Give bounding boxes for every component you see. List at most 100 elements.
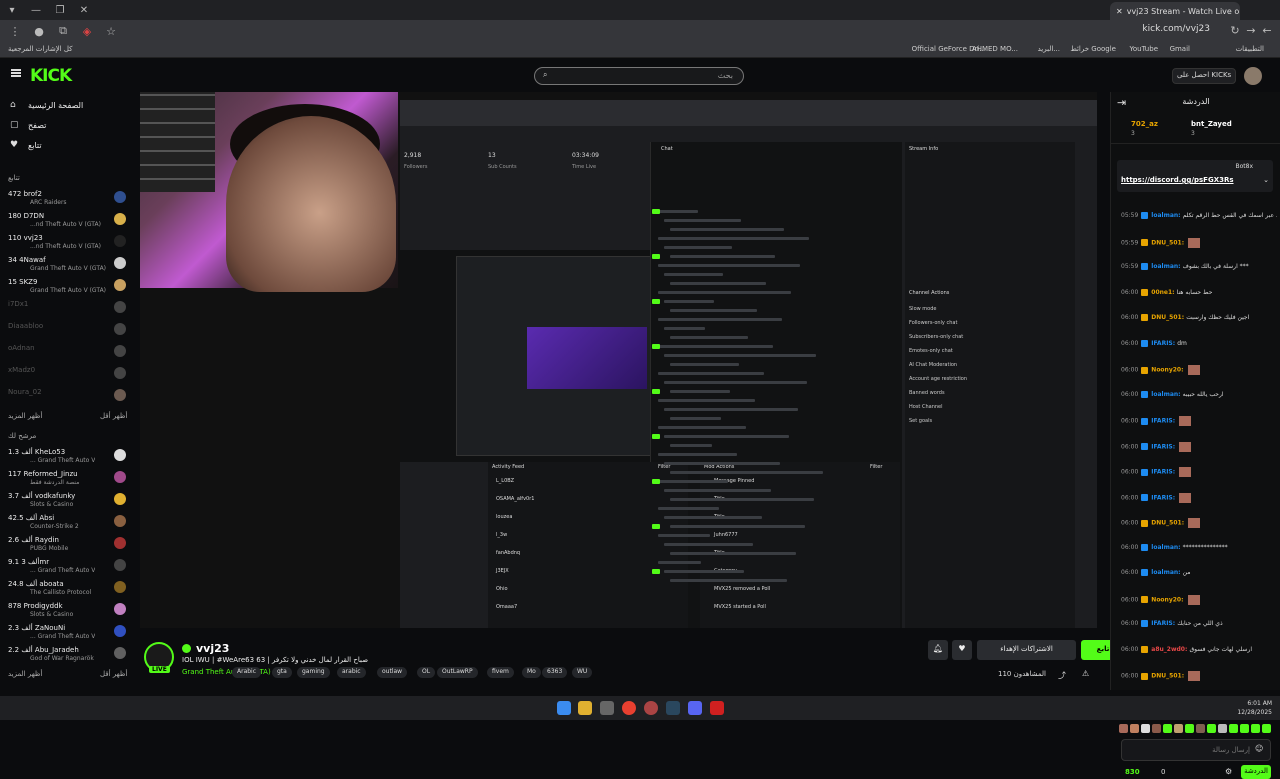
chat-username[interactable]: IFARIS: (1149, 340, 1177, 347)
chat-username[interactable]: IFARIS: (1149, 620, 1177, 627)
quick-emote-icon[interactable] (1185, 724, 1194, 733)
window-menu-icon[interactable]: ▾ (0, 5, 24, 16)
video-player[interactable]: 2,918 Followers 13 Sub Counts 03:34:09 T… (140, 92, 1097, 628)
sidebar-channel-row[interactable]: Diaaabloo (8, 320, 130, 340)
heart-button[interactable]: ♥ (952, 640, 972, 660)
stream-tag[interactable]: gta (272, 667, 292, 678)
stream-tag[interactable]: WU (572, 667, 593, 678)
sidebar-channel-row[interactable]: Noura_02 (8, 386, 130, 406)
get-kicks-button[interactable]: احصل على KICKs (1172, 68, 1237, 84)
bookmark-youtube[interactable]: YouTube (1130, 45, 1158, 53)
sidebar-nav-following[interactable]: ♥ تتابع (10, 140, 42, 150)
expand-pin-icon[interactable]: ⌄ (1263, 176, 1269, 184)
chat-username[interactable]: DNU_501: (1149, 520, 1186, 527)
sidebar-nav-home[interactable]: ⌂ الصفحة الرئيسية (10, 100, 83, 110)
chat-username[interactable]: loalman: (1149, 212, 1182, 219)
sidebar-channel-row[interactable]: 110 vvj23 ...nd Theft Auto V (GTA) (8, 232, 130, 252)
chrome-icon[interactable] (622, 701, 636, 715)
notification-bell-button[interactable]: 🔔︎ (928, 640, 948, 660)
menu-dots-icon[interactable]: ⋮ (8, 25, 22, 38)
pinned-link[interactable]: https://discord.gg/psFGX3Rs (1121, 176, 1234, 184)
stream-tag[interactable]: OL (417, 667, 436, 678)
stream-tag[interactable]: Arabic (232, 667, 262, 678)
emoji-icon[interactable]: ☺ (1255, 744, 1263, 753)
recommended-channel-row[interactable]: 1.3 ألف KheLo53... Grand Theft Auto V (8, 446, 130, 466)
profile-icon[interactable]: ● (32, 25, 46, 38)
sidebar-channel-row[interactable]: 180 D7DN ...nd Theft Auto V (GTA) (8, 210, 130, 230)
chat-username[interactable]: IFARIS: (1149, 494, 1177, 501)
extensions-icon[interactable]: ⧉ (56, 24, 70, 38)
report-icon[interactable]: ⚠ (1082, 669, 1089, 678)
extension-red-icon[interactable]: ◈ (80, 25, 94, 38)
kick-logo[interactable]: KICK (30, 66, 72, 86)
recommended-channel-row[interactable]: 2.6 ألف Raydin PUBG Mobile (8, 534, 130, 554)
sidebar-channel-row[interactable]: 15 SKZ9 Grand Theft Auto V (GTA) (8, 276, 130, 296)
sidebar-channel-row[interactable]: 472 brof2 ARC Raiders (8, 188, 130, 208)
stream-tag[interactable]: 6363 (542, 667, 568, 678)
chat-username[interactable]: DNU_501: (1149, 239, 1186, 246)
collapse-chat-icon[interactable]: ⇥ (1117, 96, 1126, 109)
stream-tag[interactable]: OutLawRP (437, 667, 478, 678)
recording-app-icon[interactable] (710, 701, 724, 715)
sidebar-channel-row[interactable]: i7Dx1 (8, 298, 130, 318)
stream-tag[interactable]: gaming (297, 667, 330, 678)
chat-username[interactable]: Noony20: (1149, 596, 1185, 603)
show-more-recommended[interactable]: أظهر المزيد (8, 670, 42, 678)
windows-start-icon[interactable] (557, 701, 571, 715)
bookmark-gmail[interactable]: Gmail (1170, 45, 1190, 53)
user-avatar[interactable] (1244, 67, 1262, 85)
back-icon[interactable]: ← (1260, 24, 1274, 37)
bookmark-maps[interactable]: خرائط Google (1070, 45, 1116, 53)
tab-close-icon[interactable]: ✕ (1116, 7, 1123, 16)
chat-input[interactable]: إرسال رسالة (1121, 739, 1271, 761)
recommended-channel-row[interactable]: 2.3 ألف ZaNouNi... Grand Theft Auto V (8, 622, 130, 642)
recommended-channel-row[interactable]: 117 Reformed_Jinzu منصة الدردشة فقط (8, 468, 130, 488)
url-field[interactable]: kick.com/vvj23 (1142, 24, 1210, 34)
chat-username[interactable]: Noony20: (1149, 367, 1185, 374)
quick-emote-icon[interactable] (1152, 724, 1161, 733)
chat-username[interactable]: loalman: (1149, 544, 1182, 551)
chat-username[interactable]: loalman: (1149, 391, 1182, 398)
stream-tag[interactable]: fivem (487, 667, 514, 678)
chat-settings-icon[interactable]: ⚙ (1225, 767, 1232, 776)
quick-emote-icon[interactable] (1262, 724, 1271, 733)
pinned-message[interactable]: Bot8x https://discord.gg/psFGX3Rs ⌄ (1117, 160, 1273, 192)
quick-emote-icon[interactable] (1174, 724, 1183, 733)
reload-icon[interactable]: ↻ (1228, 24, 1242, 37)
stream-tag[interactable]: arabic (337, 667, 366, 678)
close-window-icon[interactable]: ✕ (72, 5, 96, 16)
chat-send-button[interactable]: الدردشة (1241, 765, 1271, 779)
quick-emote-icon[interactable] (1163, 724, 1172, 733)
quick-emote-icon[interactable] (1240, 724, 1249, 733)
gift-subscription-button[interactable]: الاشتراكات الإهداء (977, 640, 1076, 660)
chat-username[interactable]: IFARIS: (1149, 443, 1177, 450)
sidebar-channel-row[interactable]: oAdnan (8, 342, 130, 362)
channel-name[interactable]: vvj23 (196, 642, 229, 655)
bookmark-mail[interactable]: البريد... (1038, 45, 1060, 53)
sidebar-nav-browse[interactable]: ▢ تصفح (10, 120, 46, 130)
quick-emote-icon[interactable] (1130, 724, 1139, 733)
recommended-channel-row[interactable]: 2.2 ألف Abu_Jaradeh God of War Ragnarök (8, 644, 130, 664)
system-clock[interactable]: 6:01 AM 12/28/2025 (1237, 699, 1272, 717)
recommended-channel-row[interactable]: 24.8 ألف aboata The Callisto Protocol (8, 578, 130, 598)
chat-username[interactable]: loalman: (1149, 263, 1182, 270)
recommended-channel-row[interactable]: 9.1 ألف 3mr... Grand Theft Auto V (8, 556, 130, 576)
show-less-recommended[interactable]: أظهر أقل (100, 670, 127, 678)
restore-icon[interactable]: ❐ (48, 5, 72, 16)
bookmark-star-icon[interactable]: ☆ (104, 25, 118, 38)
sidebar-channel-row[interactable]: 34 4Nawaf Grand Theft Auto V (GTA) (8, 254, 130, 274)
recommended-channel-row[interactable]: 42.5 ألف Absi Counter-Strike 2 (8, 512, 130, 532)
quick-emote-icon[interactable] (1207, 724, 1216, 733)
chrome-alt-icon[interactable] (644, 701, 658, 715)
quick-emote-icon[interactable] (1218, 724, 1227, 733)
recommended-channel-row[interactable]: 3.7 ألف vodkafunky Slots & Casino (8, 490, 130, 510)
chat-username[interactable]: loalman: (1149, 569, 1182, 576)
quick-emote-icon[interactable] (1141, 724, 1150, 733)
show-more-following[interactable]: أظهر المزيد (8, 412, 42, 420)
chat-username[interactable]: DNU_501: (1149, 314, 1186, 321)
show-less-following[interactable]: أظهر أقل (100, 412, 127, 420)
hamburger-menu-icon[interactable] (11, 69, 21, 77)
stream-tag[interactable]: outlaw (377, 667, 408, 678)
app-icon[interactable] (600, 701, 614, 715)
stream-tag[interactable]: Mo (522, 667, 541, 678)
